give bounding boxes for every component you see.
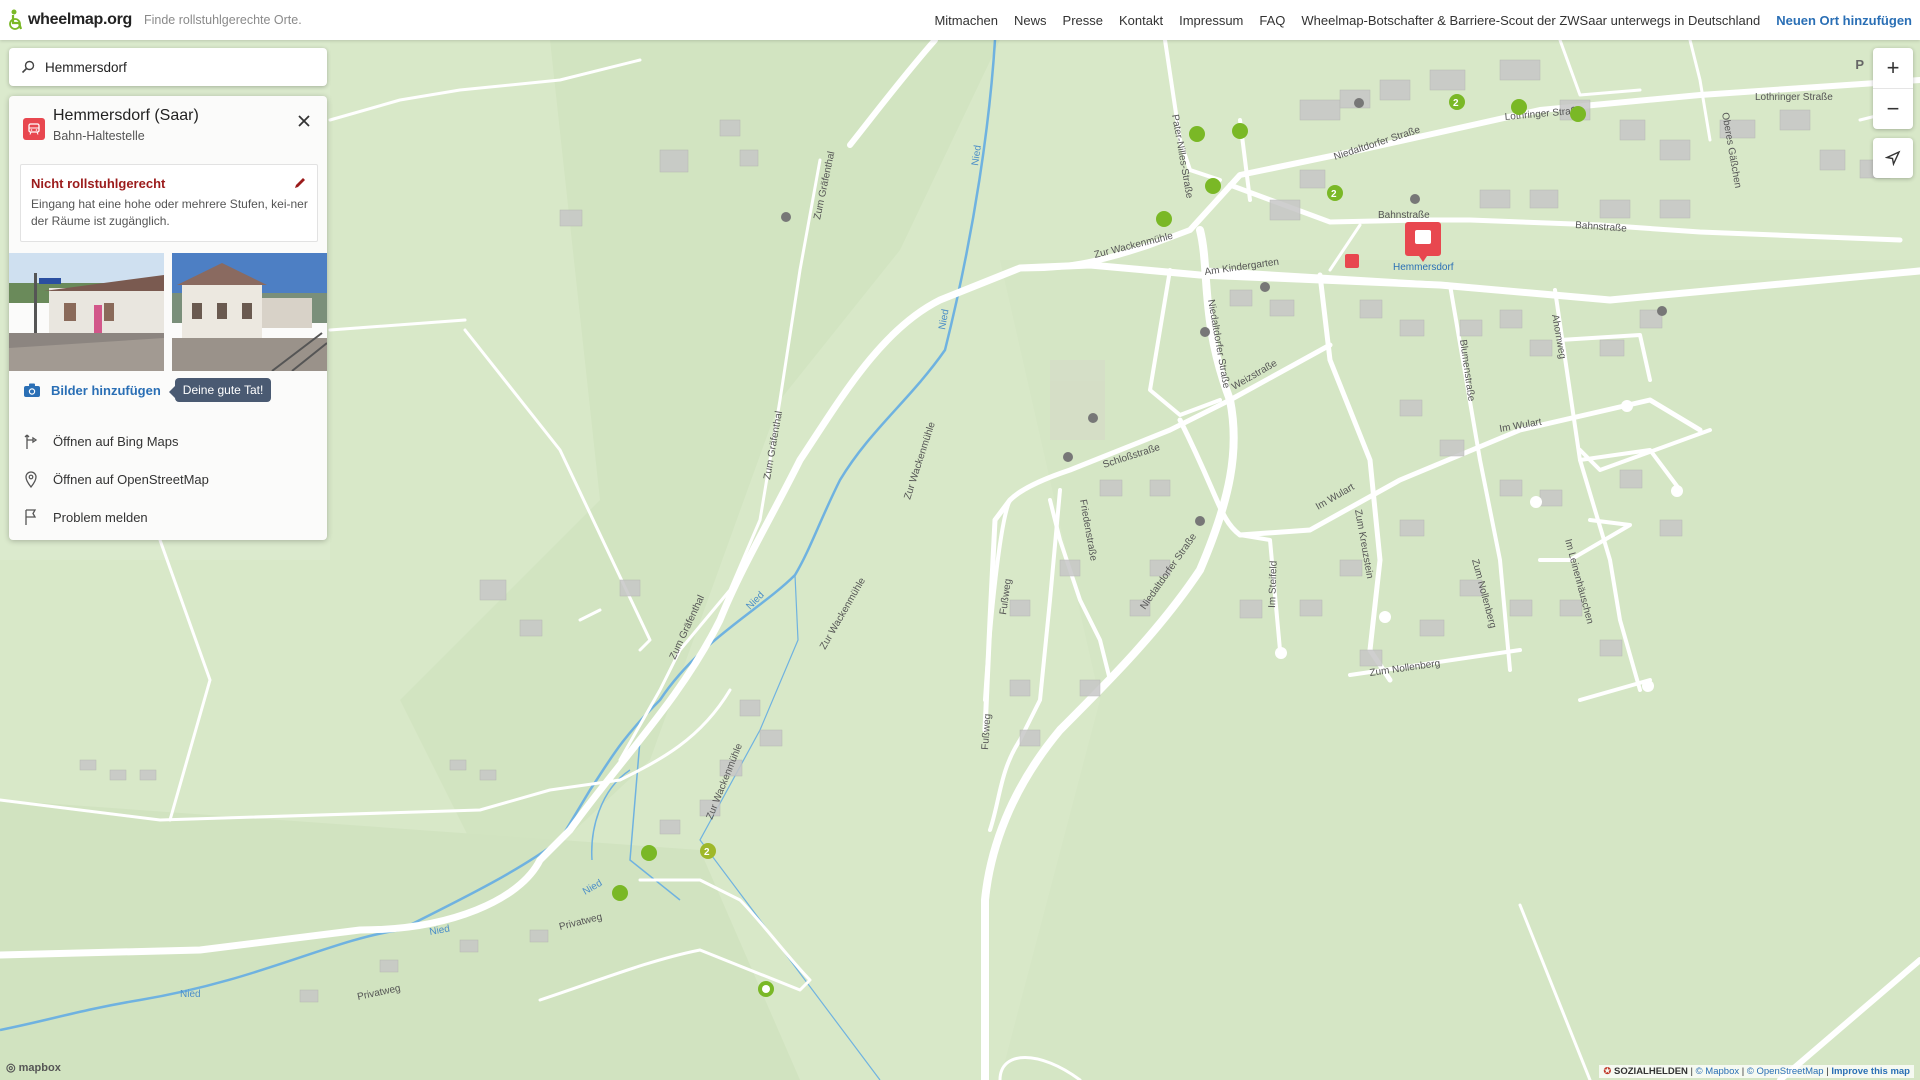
search-box bbox=[9, 48, 327, 86]
station-marker-label[interactable]: Hemmersdorf bbox=[1393, 262, 1454, 273]
zoom-controls: + − bbox=[1873, 48, 1913, 129]
sozialhelden-icon: ✪ bbox=[1603, 1066, 1612, 1077]
locate-me-button[interactable] bbox=[1873, 138, 1913, 178]
add-photos-row: Bilder hinzufügen Deine gute Tat! bbox=[23, 378, 272, 402]
svg-text:2: 2 bbox=[1453, 98, 1459, 109]
main-nav: Mitmachen News Presse Kontakt Impressum … bbox=[918, 0, 1920, 40]
flag-icon bbox=[25, 509, 37, 525]
location-arrow-icon bbox=[1885, 150, 1901, 166]
svg-text:2: 2 bbox=[1331, 189, 1337, 200]
nav-presse[interactable]: Presse bbox=[1063, 13, 1103, 28]
sozialhelden-link[interactable]: SOZIALHELDEN bbox=[1614, 1066, 1688, 1077]
nav-impressum[interactable]: Impressum bbox=[1179, 13, 1243, 28]
mapbox-logo[interactable]: ◎ mapbox bbox=[6, 1061, 61, 1074]
train-station-icon bbox=[23, 118, 45, 140]
place-name: Hemmersdorf (Saar) bbox=[53, 107, 199, 124]
open-bing-maps-link[interactable]: Öffnen auf Bing Maps bbox=[23, 432, 179, 450]
report-problem-link[interactable]: Problem melden bbox=[23, 508, 148, 526]
claim: Finde rollstuhlgerechte Orte. bbox=[143, 13, 302, 27]
svg-text:Nied: Nied bbox=[180, 989, 201, 1000]
svg-text:Lothringer Straße: Lothringer Straße bbox=[1755, 92, 1833, 103]
zoom-in-button[interactable]: + bbox=[1873, 48, 1913, 88]
wheelchair-logo-icon bbox=[9, 9, 23, 30]
map-attribution: ✪ SOZIALHELDEN | © Mapbox | © OpenStreet… bbox=[1599, 1065, 1914, 1078]
good-deed-tooltip: Deine gute Tat! bbox=[168, 378, 272, 402]
svg-text:2: 2 bbox=[704, 847, 710, 858]
osm-attribution-link[interactable]: © OpenStreetMap bbox=[1747, 1066, 1824, 1077]
camera-icon bbox=[24, 383, 40, 397]
nav-kontakt[interactable]: Kontakt bbox=[1119, 13, 1163, 28]
close-icon[interactable] bbox=[295, 112, 313, 130]
place-details-panel: Hemmersdorf (Saar) Bahn-Haltestelle Nich… bbox=[9, 96, 327, 540]
nav-botschafter[interactable]: Wheelmap-Botschafter & Barriere-Scout de… bbox=[1301, 13, 1760, 28]
add-place-button[interactable]: Neuen Ort hinzufügen bbox=[1776, 13, 1912, 28]
place-category: Bahn-Haltestelle bbox=[53, 129, 145, 143]
add-photos-button[interactable]: Bilder hinzufügen bbox=[51, 383, 161, 398]
report-problem-label: Problem melden bbox=[53, 509, 148, 525]
nav-news[interactable]: News bbox=[1014, 13, 1047, 28]
svg-text:Im Steifeld: Im Steifeld bbox=[1267, 560, 1280, 608]
directions-icon bbox=[24, 434, 38, 449]
logo[interactable]: wheelmap.org bbox=[8, 9, 132, 31]
logo-text: wheelmap.org bbox=[28, 11, 132, 28]
accessibility-status: Nicht rollstuhlgerecht bbox=[31, 176, 166, 191]
station-photo-2[interactable] bbox=[172, 253, 327, 371]
open-osm-label: Öffnen auf OpenStreetMap bbox=[53, 471, 209, 487]
open-bing-maps-label: Öffnen auf Bing Maps bbox=[53, 433, 179, 449]
pencil-icon[interactable] bbox=[293, 176, 307, 190]
place-header: Hemmersdorf (Saar) Bahn-Haltestelle bbox=[9, 96, 327, 156]
svg-text:Bahnstraße: Bahnstraße bbox=[1378, 210, 1430, 221]
zoom-out-button[interactable]: − bbox=[1873, 88, 1913, 129]
nav-faq[interactable]: FAQ bbox=[1259, 13, 1285, 28]
nav-mitmachen[interactable]: Mitmachen bbox=[934, 13, 998, 28]
photo-gallery bbox=[9, 253, 327, 371]
search-input[interactable] bbox=[43, 58, 307, 76]
accessibility-description: Eingang hat eine hohe oder mehrere Stufe… bbox=[31, 197, 308, 228]
map-pin-icon bbox=[25, 471, 37, 488]
open-osm-link[interactable]: Öffnen auf OpenStreetMap bbox=[23, 470, 209, 488]
mapbox-attribution-link[interactable]: © Mapbox bbox=[1696, 1066, 1739, 1077]
search-icon bbox=[21, 60, 35, 74]
top-navigation-bar: wheelmap.org Finde rollstuhlgerechte Ort… bbox=[0, 0, 1920, 40]
station-photo-1[interactable] bbox=[9, 253, 164, 371]
parking-label: P bbox=[1855, 57, 1864, 72]
improve-map-link[interactable]: Improve this map bbox=[1831, 1066, 1910, 1077]
accessibility-box[interactable]: Nicht rollstuhlgerecht Eingang hat eine … bbox=[20, 164, 318, 242]
